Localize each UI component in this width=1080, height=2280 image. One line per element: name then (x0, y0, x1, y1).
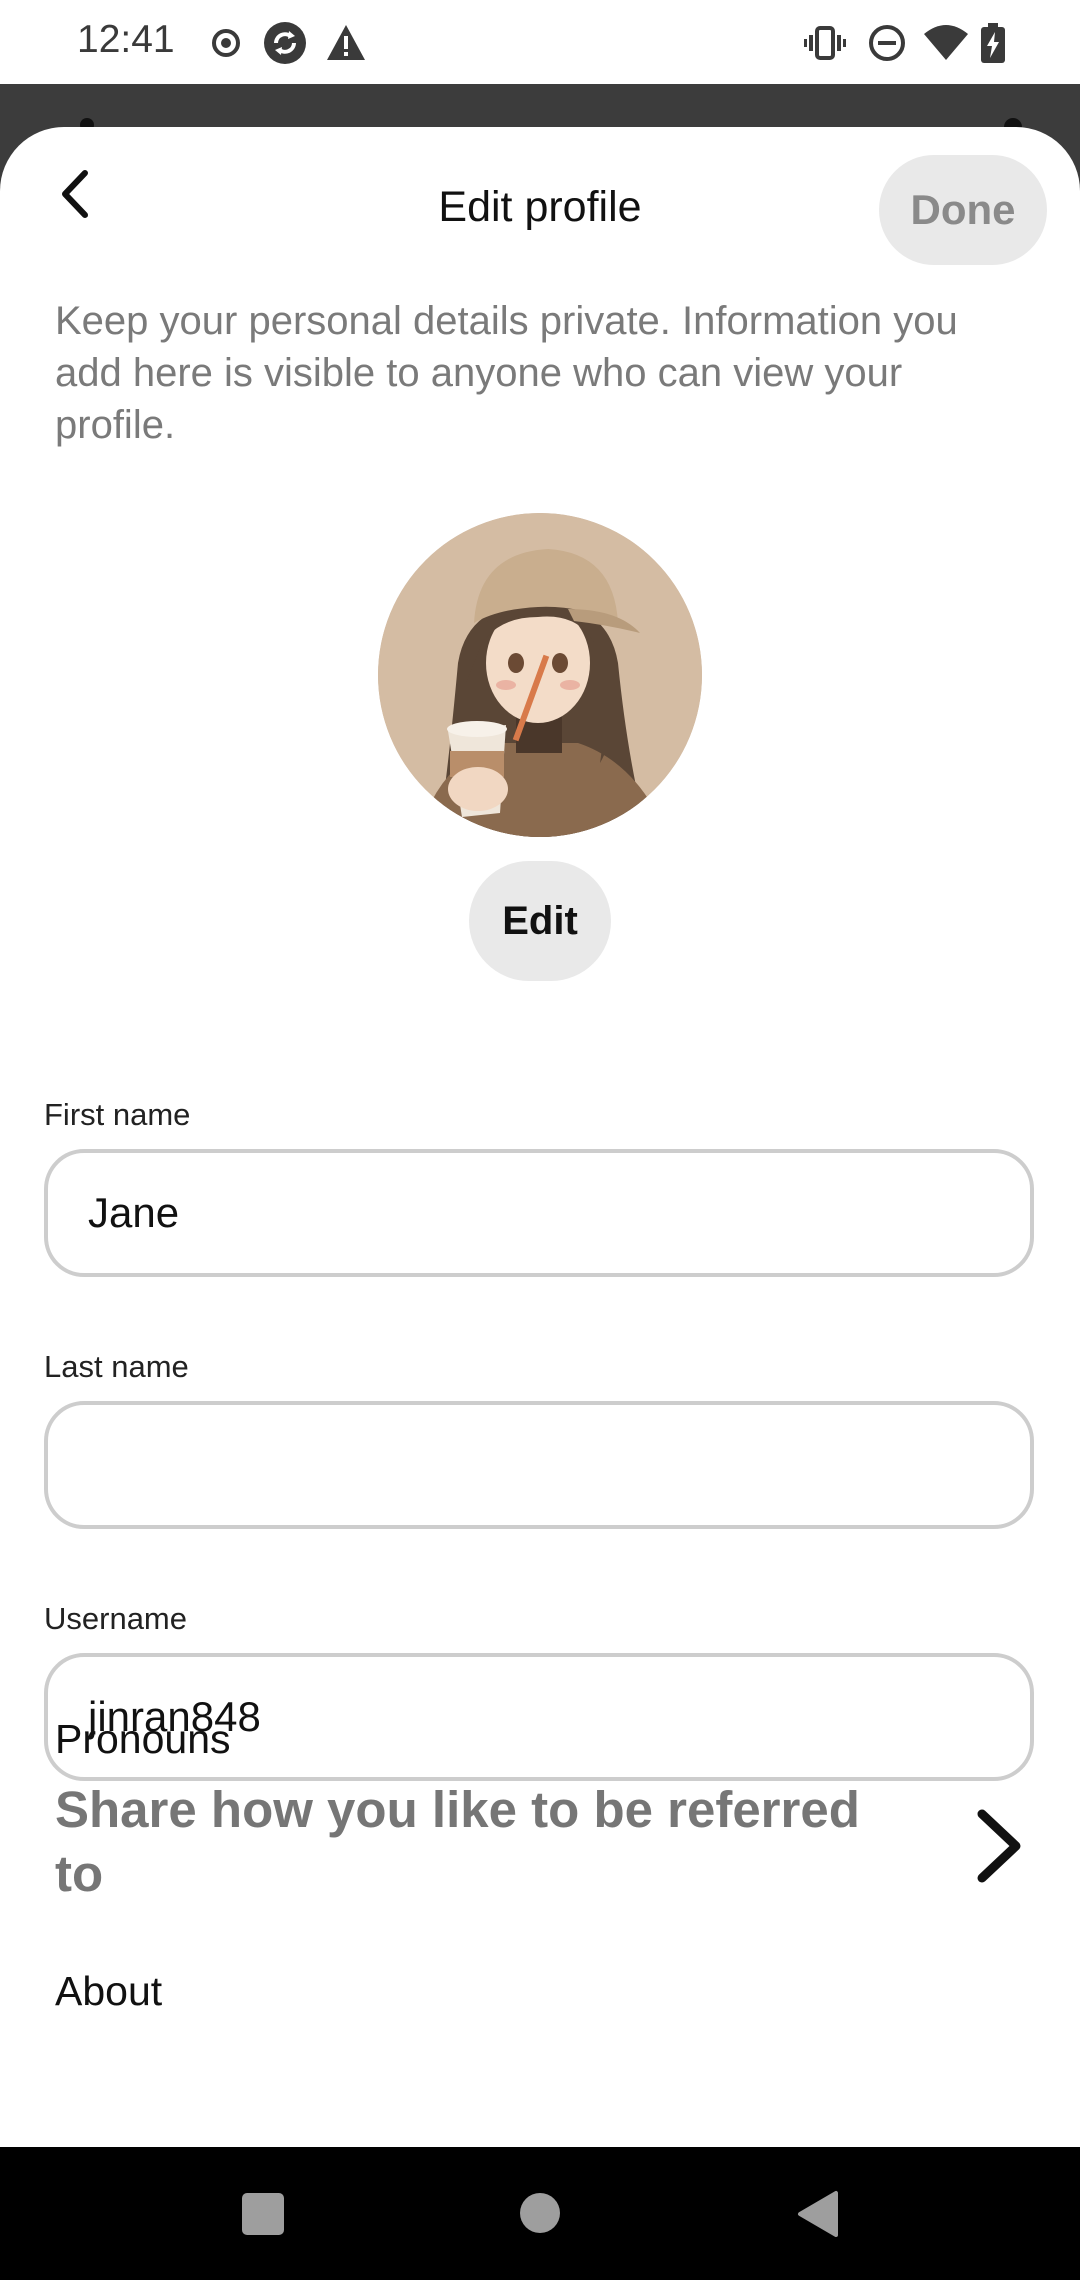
pronouns-row[interactable]: Pronouns Share how you like to be referr… (0, 1700, 1080, 1940)
done-button[interactable]: Done (879, 155, 1047, 265)
avatar-image (378, 513, 702, 837)
last-name-label: Last name (44, 1349, 189, 1384)
sync-icon (264, 22, 306, 64)
pronouns-label: Pronouns (55, 1716, 231, 1762)
username-label: Username (44, 1601, 187, 1636)
do-not-disturb-icon (869, 25, 905, 61)
first-name-label: First name (44, 1097, 191, 1132)
status-bar: 12:41 (0, 0, 1080, 84)
screen: 12:41 Edit profile Done Keep your person… (0, 0, 1080, 2280)
first-name-field[interactable]: Jane (44, 1149, 1034, 1277)
battery-charging-icon (981, 23, 1005, 63)
edit-avatar-button[interactable]: Edit (469, 861, 611, 981)
privacy-note: Keep your personal details private. Info… (55, 299, 958, 447)
navigation-bar (0, 2147, 1080, 2280)
record-icon (212, 29, 240, 57)
home-circle-icon[interactable] (520, 2193, 560, 2233)
first-name-value: Jane (88, 1189, 180, 1236)
about-label[interactable]: About (55, 1968, 162, 2015)
chevron-right-icon (977, 1809, 1021, 1883)
last-name-field[interactable] (44, 1401, 1034, 1529)
wifi-icon (924, 25, 968, 60)
avatar[interactable] (378, 513, 702, 837)
vibrate-icon (804, 26, 846, 60)
status-time: 12:41 (77, 18, 175, 61)
pronouns-value: Share how you like to be referred to (55, 1781, 860, 1902)
warning-icon (327, 25, 365, 60)
recents-square-icon[interactable] (242, 2193, 284, 2235)
back-triangle-icon[interactable] (794, 2189, 842, 2239)
